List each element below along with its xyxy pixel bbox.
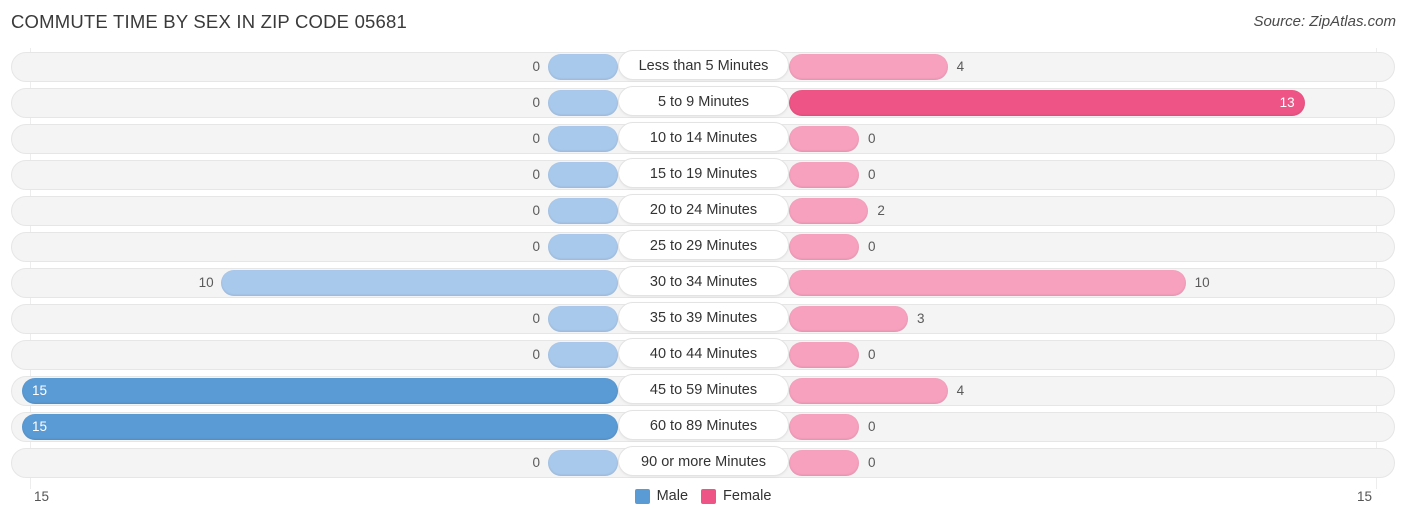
- category-label: 15 to 19 Minutes: [618, 158, 789, 188]
- chart-row: 0 0 25 to 29 Minutes: [0, 230, 1406, 266]
- bar-value-female: 0: [868, 131, 876, 146]
- bar-value-female: 0: [868, 455, 876, 470]
- page-title: COMMUTE TIME BY SEX IN ZIP CODE 05681: [11, 11, 408, 32]
- bar-female[interactable]: [789, 54, 948, 80]
- chart-rows: 0 4 Less than 5 Minutes 0 13 5 to 9 Minutes 0 0…: [0, 50, 1406, 482]
- bar-value-male: 15: [32, 383, 48, 398]
- category-label: 40 to 44 Minutes: [618, 338, 789, 368]
- legend-label-male: Male: [656, 488, 689, 504]
- category-label: 90 or more Minutes: [618, 446, 789, 476]
- legend-swatch-male: [634, 488, 650, 504]
- bar-female[interactable]: [789, 234, 859, 260]
- bar-value-male: 0: [532, 203, 540, 218]
- bar-male[interactable]: [22, 414, 618, 440]
- chart-legend: Male Female: [0, 488, 1406, 504]
- category-label: 45 to 59 Minutes: [618, 374, 789, 404]
- bar-value-male: 10: [198, 275, 214, 290]
- bar-female[interactable]: [789, 450, 859, 476]
- commute-time-chart: COMMUTE TIME BY SEX IN ZIP CODE 05681 So…: [0, 0, 1406, 523]
- bar-value-male: 0: [532, 455, 540, 470]
- chart-row: 0 13 5 to 9 Minutes: [0, 86, 1406, 122]
- bar-female[interactable]: [789, 378, 948, 404]
- bar-value-female: 0: [868, 167, 876, 182]
- chart-row: 0 0 90 or more Minutes: [0, 446, 1406, 482]
- chart-row: 0 0 15 to 19 Minutes: [0, 158, 1406, 194]
- bar-female[interactable]: [789, 414, 859, 440]
- chart-row: 0 4 Less than 5 Minutes: [0, 50, 1406, 86]
- bar-value-female: 10: [1194, 275, 1210, 290]
- bar-female[interactable]: [789, 270, 1186, 296]
- category-label: 20 to 24 Minutes: [618, 194, 789, 224]
- category-label: 5 to 9 Minutes: [618, 86, 789, 116]
- legend-label-female: Female: [723, 488, 772, 504]
- bar-female[interactable]: [789, 126, 859, 152]
- bar-value-male: 0: [532, 347, 540, 362]
- chart-row: 15 0 60 to 89 Minutes: [0, 410, 1406, 446]
- bar-value-male: 0: [532, 131, 540, 146]
- category-label: 10 to 14 Minutes: [618, 122, 789, 152]
- chart-row: 15 4 45 to 59 Minutes: [0, 374, 1406, 410]
- bar-male[interactable]: [548, 162, 618, 188]
- bar-female[interactable]: [789, 162, 859, 188]
- bar-value-female: 2: [877, 203, 885, 218]
- bar-value-female: 4: [956, 383, 965, 398]
- legend-swatch-female: [701, 488, 717, 504]
- category-label: Less than 5 Minutes: [618, 50, 789, 80]
- bar-male[interactable]: [548, 54, 618, 80]
- category-label: 25 to 29 Minutes: [618, 230, 789, 260]
- legend-item-female[interactable]: Female: [701, 488, 771, 504]
- chart-row: 0 0 40 to 44 Minutes: [0, 338, 1406, 374]
- bar-female[interactable]: [789, 198, 869, 224]
- chart-row: 0 0 10 to 14 Minutes: [0, 122, 1406, 158]
- bar-value-male: 0: [532, 311, 540, 326]
- bar-female[interactable]: [789, 306, 908, 332]
- chart-row: 0 3 35 to 39 Minutes: [0, 302, 1406, 338]
- bar-value-male: 0: [532, 167, 540, 182]
- chart-row: 10 10 30 to 34 Minutes: [0, 266, 1406, 302]
- source-attribution: Source: ZipAtlas.com: [1253, 13, 1396, 30]
- category-label: 35 to 39 Minutes: [618, 302, 789, 332]
- bar-male[interactable]: [548, 342, 618, 368]
- bar-value-female: 3: [917, 311, 925, 326]
- bar-male[interactable]: [548, 126, 618, 152]
- bar-value-female: 13: [1279, 95, 1295, 110]
- category-label: 60 to 89 Minutes: [618, 410, 789, 440]
- bar-value-female: 4: [956, 59, 965, 74]
- bar-value-female: 0: [868, 347, 876, 362]
- bar-female[interactable]: [789, 90, 1305, 116]
- bar-value-male: 0: [532, 95, 540, 110]
- bar-male[interactable]: [548, 234, 618, 260]
- legend-item-male[interactable]: Male: [634, 488, 689, 504]
- bar-value-female: 0: [868, 419, 876, 434]
- bar-value-female: 0: [868, 239, 876, 254]
- bar-male[interactable]: [548, 90, 618, 116]
- category-label: 30 to 34 Minutes: [618, 266, 789, 296]
- bar-male[interactable]: [548, 198, 618, 224]
- bar-value-male: 0: [532, 59, 540, 74]
- chart-row: 0 2 20 to 24 Minutes: [0, 194, 1406, 230]
- bar-value-male: 15: [32, 419, 48, 434]
- bar-female[interactable]: [789, 342, 859, 368]
- bar-male[interactable]: [548, 306, 618, 332]
- bar-male[interactable]: [22, 378, 618, 404]
- bar-male[interactable]: [548, 450, 618, 476]
- bar-value-male: 0: [532, 239, 540, 254]
- bar-male[interactable]: [220, 270, 618, 296]
